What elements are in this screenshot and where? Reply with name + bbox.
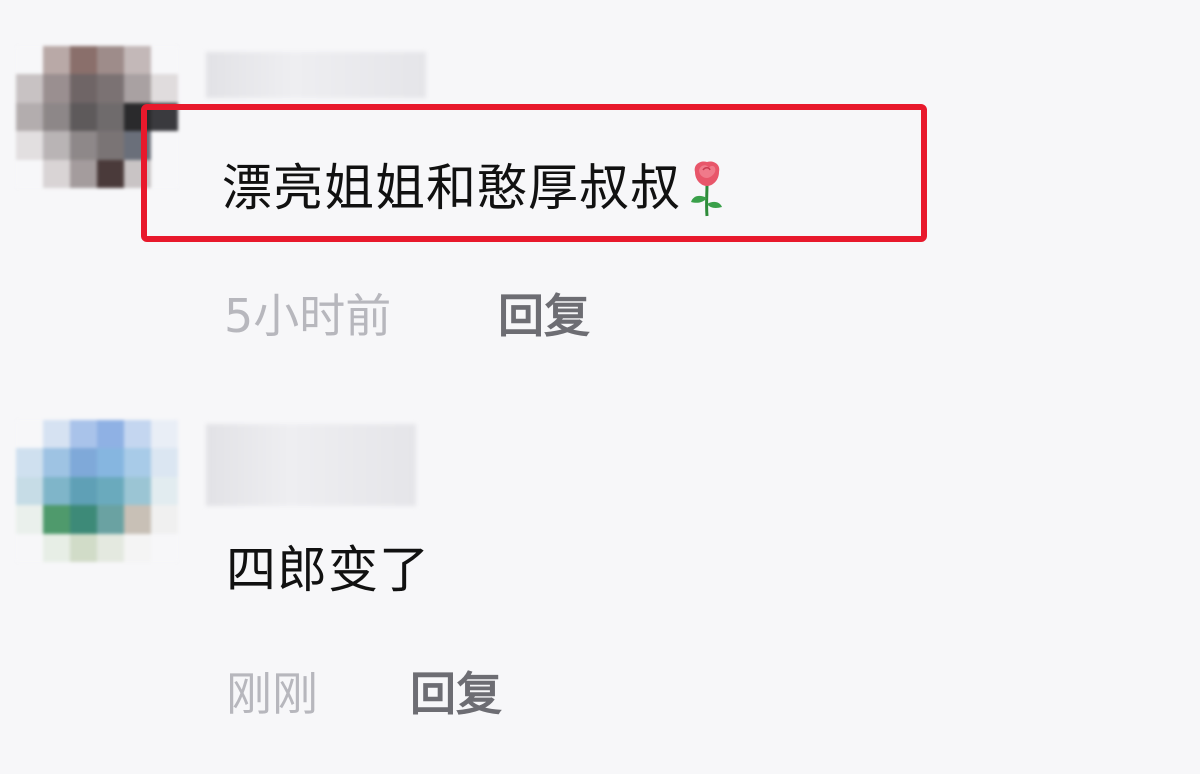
avatar-pixel [43,448,70,477]
avatar-pixel [124,505,151,534]
avatar-pixel [43,420,70,449]
avatar-pixel [43,159,70,188]
avatar-pixel [70,420,97,449]
avatar-pixel [16,131,43,160]
avatar-pixel [151,533,178,562]
avatar-pixel [97,102,124,132]
reply-button[interactable]: 回复 [498,280,590,346]
avatar-pixel [43,46,70,75]
avatar-pixel [97,46,124,75]
avatar-pixel [16,448,43,477]
comment-time: 5小时前 [224,289,392,343]
avatar-pixel [43,74,70,103]
username-blurred[interactable] [206,424,416,506]
avatar-pixel [151,476,178,506]
avatar-pixel [70,159,97,188]
comment-text: 四郎变了 [226,541,430,599]
avatar-pixel [124,420,151,449]
avatar-pixel [16,505,43,534]
comment-item: 漂亮姐姐和憨厚叔叔 5小时前 回复 [0,0,1200,380]
comment-time: 刚刚 [226,667,318,721]
avatar-pixel [16,420,43,449]
avatar-pixel [151,74,178,103]
reply-button[interactable]: 回复 [410,658,502,724]
avatar-pixel [70,46,97,75]
avatar-pixel [124,476,151,506]
rose-emoji-icon [685,158,729,218]
avatar-pixel [16,74,43,103]
avatar-pixel [70,131,97,160]
avatar-pixel [151,448,178,477]
avatar-pixel [43,131,70,160]
avatar-pixel [97,131,124,160]
username-blurred[interactable] [206,52,426,98]
avatar-pixel [70,448,97,477]
comment-item: 四郎变了 刚刚 回复 [0,380,1200,774]
avatar-pixel [16,46,43,75]
avatar[interactable] [16,420,178,562]
avatar-pixel [16,159,43,188]
avatar-pixel [97,476,124,506]
avatar-pixel [97,159,124,188]
avatar-pixel [97,74,124,103]
comment-text: 漂亮姐姐和憨厚叔叔 [222,158,729,218]
avatar-pixel [151,505,178,534]
avatar-pixel [97,533,124,562]
avatar-pixel [70,102,97,132]
avatar-pixel [124,448,151,477]
avatar-pixel [124,533,151,562]
avatar-pixel [70,505,97,534]
avatar-pixel [97,448,124,477]
avatar-pixel [16,533,43,562]
avatar-pixel [16,476,43,506]
avatar-pixel [16,102,43,132]
avatar-pixel [70,533,97,562]
avatar-pixel [97,505,124,534]
avatar-pixel [43,533,70,562]
avatar-pixel [124,46,151,75]
avatar-pixel [70,74,97,103]
avatar-pixel [151,46,178,75]
comment-text-label: 漂亮姐姐和憨厚叔叔 [222,159,681,217]
avatar-pixel [70,476,97,506]
avatar-pixel [124,74,151,103]
avatar-pixel [151,420,178,449]
avatar-pixel [97,420,124,449]
avatar-pixel [43,102,70,132]
avatar-pixel [43,476,70,506]
avatar-pixel [43,505,70,534]
